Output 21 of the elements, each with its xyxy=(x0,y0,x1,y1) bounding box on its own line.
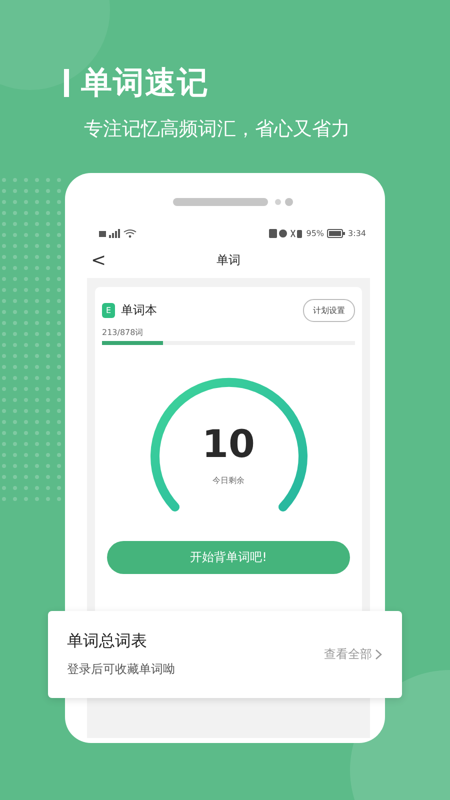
remaining-count: 10 xyxy=(202,425,255,463)
signal-icon xyxy=(99,228,139,238)
title-bar-mark xyxy=(64,69,69,97)
progress-text: 213/878词 xyxy=(102,327,144,338)
clock-time: 3:34 xyxy=(348,228,366,238)
headline: 单词速记 xyxy=(81,64,209,103)
speaker-icon xyxy=(173,198,268,206)
battery-icon xyxy=(327,228,346,238)
remaining-caption: 今日剩余 xyxy=(212,475,244,486)
card-hint: 登录后可收藏单词呦 xyxy=(67,661,175,678)
screen-title: 单词 xyxy=(216,252,240,268)
book-name: 单词本 xyxy=(121,302,158,319)
subtitle: 专注记忆高频词汇，省心又省力 xyxy=(84,117,351,142)
card-title: 单词总词表 xyxy=(67,631,148,652)
status-icons xyxy=(269,228,304,238)
camera-icon xyxy=(274,198,294,206)
plan-settings-button[interactable]: 计划设置 xyxy=(303,299,355,322)
book-badge: E xyxy=(102,303,115,318)
chevron-icon xyxy=(375,649,382,660)
back-button[interactable]: < xyxy=(91,250,106,270)
battery-percent: 95% xyxy=(306,228,324,238)
